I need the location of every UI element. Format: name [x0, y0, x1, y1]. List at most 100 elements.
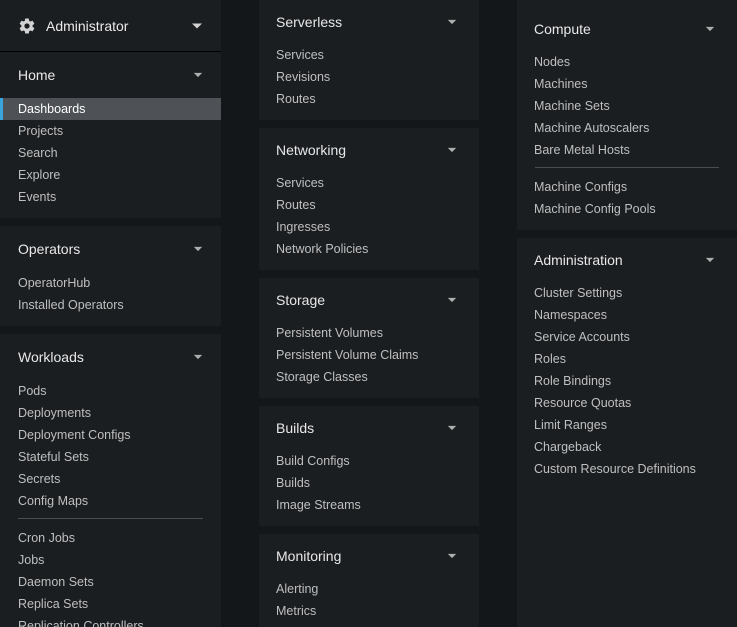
nav-item-dashboards[interactable]: Dashboards — [259, 622, 479, 627]
nav-item-label: Dashboards — [18, 102, 85, 116]
nav-section-label: Operators — [18, 241, 193, 257]
nav-item-stateful-sets[interactable]: Stateful Sets — [0, 446, 221, 468]
nav-item-events[interactable]: Events — [0, 186, 221, 208]
nav-section-home: Home Dashboards Projects Search Explore Event… — [0, 52, 221, 218]
perspective-switcher[interactable]: Administrator — [0, 0, 221, 52]
nav-item-search[interactable]: Search — [0, 142, 221, 164]
nav-item-label: Replication Controllers — [18, 619, 144, 627]
nav-item-deployment-configs[interactable]: Deployment Configs — [0, 424, 221, 446]
nav-item-cluster-settings[interactable]: Cluster Settings — [517, 282, 737, 304]
nav-item-label: Persistent Volumes — [276, 326, 383, 340]
nav-item-image-streams[interactable]: Image Streams — [259, 494, 479, 516]
nav-item-replica-sets[interactable]: Replica Sets — [0, 593, 221, 615]
chevron-down-icon — [447, 145, 457, 155]
nav-divider — [535, 167, 719, 168]
nav-item-operatorhub[interactable]: OperatorHub — [0, 272, 221, 294]
nav-item-build-configs[interactable]: Build Configs — [259, 450, 479, 472]
nav-section-label: Storage — [276, 292, 447, 308]
nav-item-jobs[interactable]: Jobs — [0, 549, 221, 571]
nav-section-header-serverless[interactable]: Serverless — [259, 0, 479, 44]
nav-item-label: Routes — [276, 92, 316, 106]
nav-item-label: Replica Sets — [18, 597, 88, 611]
chevron-down-icon — [705, 24, 715, 34]
nav-item-limit-ranges[interactable]: Limit Ranges — [517, 414, 737, 436]
nav-item-explore[interactable]: Explore — [0, 164, 221, 186]
nav-item-role-bindings[interactable]: Role Bindings — [517, 370, 737, 392]
nav-item-routes[interactable]: Routes — [259, 88, 479, 110]
nav-section-items: Dashboards Projects Search Explore Events — [0, 98, 221, 218]
nav-section-header-monitoring[interactable]: Monitoring — [259, 534, 479, 578]
nav-item-bare-metal-hosts[interactable]: Bare Metal Hosts — [517, 139, 737, 161]
nav-section-header-networking[interactable]: Networking — [259, 128, 479, 172]
cog-icon — [18, 17, 36, 35]
nav-item-label: Builds — [276, 476, 310, 490]
nav-item-service-accounts[interactable]: Service Accounts — [517, 326, 737, 348]
nav-item-chargeback[interactable]: Chargeback — [517, 436, 737, 458]
nav-section-header-workloads[interactable]: Workloads — [0, 334, 221, 380]
chevron-down-icon — [191, 20, 203, 32]
nav-item-services[interactable]: Services — [259, 44, 479, 66]
nav-item-label: Deployments — [18, 406, 91, 420]
nav-item-namespaces[interactable]: Namespaces — [517, 304, 737, 326]
section-gap — [259, 526, 479, 534]
nav-item-persistent-volumes[interactable]: Persistent Volumes — [259, 322, 479, 344]
nav-item-config-maps[interactable]: Config Maps — [0, 490, 221, 512]
nav-item-label: Events — [18, 190, 56, 204]
nav-item-builds[interactable]: Builds — [259, 472, 479, 494]
nav-section-label: Administration — [534, 252, 705, 268]
nav-item-secrets[interactable]: Secrets — [0, 468, 221, 490]
nav-item-machine-configs[interactable]: Machine Configs — [517, 176, 737, 198]
nav-section-items: Pods Deployments Deployment ConfigsStatefu… — [0, 380, 221, 627]
nav-section-header-compute[interactable]: Compute — [517, 7, 737, 51]
nav-item-storage-classes[interactable]: Storage Classes — [259, 366, 479, 388]
nav-item-label: OperatorHub — [18, 276, 90, 290]
nav-section-header-home[interactable]: Home — [0, 52, 221, 98]
nav-item-label: Revisions — [276, 70, 330, 84]
nav-item-cron-jobs[interactable]: Cron Jobs — [0, 527, 221, 549]
perspective-label: Administrator — [46, 18, 191, 34]
nav-item-label: Roles — [534, 352, 566, 366]
nav-section-header-operators[interactable]: Operators — [0, 226, 221, 272]
nav-item-pods[interactable]: Pods — [0, 380, 221, 402]
nav-item-revisions[interactable]: Revisions — [259, 66, 479, 88]
nav-item-alerting[interactable]: Alerting — [259, 578, 479, 600]
nav-item-label: Machine Sets — [534, 99, 610, 113]
nav-item-machine-sets[interactable]: Machine Sets — [517, 95, 737, 117]
nav-item-label: Cron Jobs — [18, 531, 75, 545]
nav-item-resource-quotas[interactable]: Resource Quotas — [517, 392, 737, 414]
nav-item-machines[interactable]: Machines — [517, 73, 737, 95]
nav-item-label: Cluster Settings — [534, 286, 622, 300]
chevron-down-icon — [447, 423, 457, 433]
nav-item-network-policies[interactable]: Network Policies — [259, 238, 479, 260]
nav-column-1: Administrator Home Dashboards Projects Sear… — [0, 0, 221, 627]
nav-section-items: OperatorHub Installed Operators — [0, 272, 221, 326]
nav-item-custom-resource-definitions[interactable]: Custom Resource Definitions — [517, 458, 737, 480]
nav-item-routes[interactable]: Routes — [259, 194, 479, 216]
nav-item-label: Jobs — [18, 553, 44, 567]
nav-item-roles[interactable]: Roles — [517, 348, 737, 370]
nav-section-items: ServicesRoutesIngressesNetwork Policies — [259, 172, 479, 270]
nav-item-persistent-volume-claims[interactable]: Persistent Volume Claims — [259, 344, 479, 366]
nav-item-machine-autoscalers[interactable]: Machine Autoscalers — [517, 117, 737, 139]
nav-item-dashboards[interactable]: Dashboards — [0, 98, 221, 120]
section-gap — [0, 326, 221, 334]
nav-item-daemon-sets[interactable]: Daemon Sets — [0, 571, 221, 593]
nav-item-label: Machine Configs — [534, 180, 627, 194]
nav-item-label: Pods — [18, 384, 47, 398]
nav-section-header-storage[interactable]: Storage — [259, 278, 479, 322]
nav-item-metrics[interactable]: Metrics — [259, 600, 479, 622]
section-gap — [0, 218, 221, 226]
nav-section-header-administration[interactable]: Administration — [517, 238, 737, 282]
nav-section-items: AlertingMetricsDashboards — [259, 578, 479, 627]
nav-item-ingresses[interactable]: Ingresses — [259, 216, 479, 238]
nav-section-header-builds[interactable]: Builds — [259, 406, 479, 450]
nav-item-replication-controllers[interactable]: Replication Controllers — [0, 615, 221, 627]
nav-item-machine-config-pools[interactable]: Machine Config Pools — [517, 198, 737, 220]
nav-item-projects[interactable]: Projects — [0, 120, 221, 142]
nav-section-monitoring: MonitoringAlertingMetricsDashboards — [259, 534, 479, 627]
nav-item-nodes[interactable]: Nodes — [517, 51, 737, 73]
nav-item-label: Search — [18, 146, 58, 160]
nav-item-installed-operators[interactable]: Installed Operators — [0, 294, 221, 316]
nav-item-services[interactable]: Services — [259, 172, 479, 194]
nav-item-deployments[interactable]: Deployments — [0, 402, 221, 424]
